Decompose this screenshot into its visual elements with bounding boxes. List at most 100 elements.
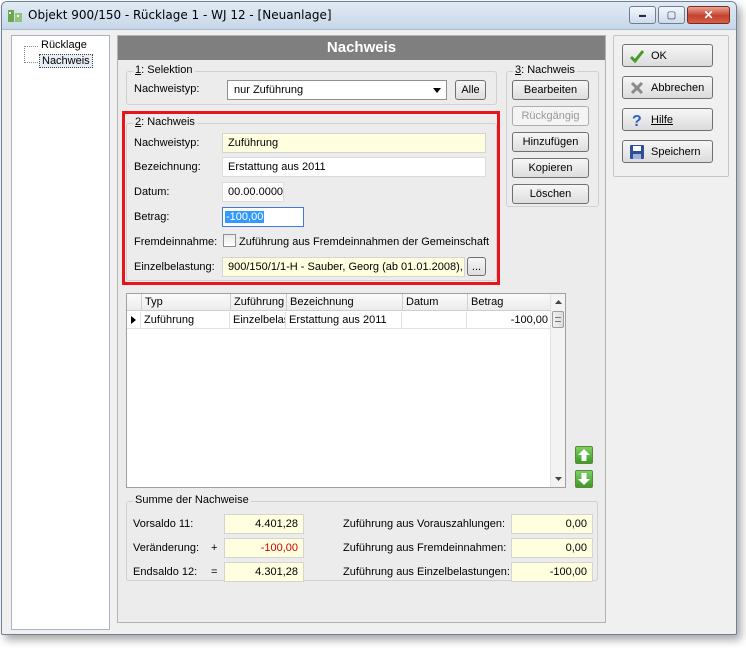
hilfe-button[interactable]: ? Hilfe: [622, 108, 713, 131]
save-disk-icon: [629, 144, 645, 160]
einzelbelastung-browse-button[interactable]: ...: [467, 257, 486, 276]
window-title: Objekt 900/150 - Rücklage 1 - WJ 12 - [N…: [28, 8, 332, 22]
betrag-input[interactable]: -100,00: [222, 207, 304, 227]
veraenderung-value: -100,00: [224, 538, 304, 558]
nachweis-actions-group: 3: Nachweis Bearbeiten Rückgängig Hinzuf…: [506, 64, 599, 207]
minimize-button[interactable]: ▬: [629, 6, 656, 24]
checkmark-icon: [629, 48, 645, 64]
title-bar[interactable]: Objekt 900/150 - Rücklage 1 - WJ 12 - [N…: [2, 2, 736, 30]
endsaldo-label: Endsaldo 12:: [133, 566, 198, 578]
fremdeinnahme-checkbox-label[interactable]: Zuführung aus Fremdeinnahmen der Gemeins…: [239, 236, 489, 248]
rueckgaengig-button[interactable]: Rückgängig: [512, 106, 589, 126]
tree-connector: [24, 46, 38, 47]
vorauszahlungen-value: 0,00: [511, 514, 593, 534]
nachweistyp-label: Nachweistyp:: [134, 137, 200, 149]
bearbeiten-button[interactable]: Bearbeiten: [512, 80, 589, 100]
help-question-icon: ?: [629, 112, 645, 128]
einzelbelastungen-label: Zuführung aus Einzelbelastungen:: [343, 566, 510, 578]
fremdeinnahme-label: Fremdeinnahme:: [134, 236, 218, 248]
ok-label: OK: [651, 49, 667, 62]
row-indicator-header: [127, 294, 141, 311]
veraenderung-label: Veränderung:: [133, 542, 200, 554]
scroll-down-arrow-icon[interactable]: [551, 471, 566, 486]
datum-label: Datum:: [134, 186, 170, 198]
alle-button[interactable]: Alle: [455, 80, 486, 100]
vorsaldo-label: Vorsaldo 11:: [133, 518, 194, 530]
tree-item-nachweis[interactable]: Nachweis: [39, 54, 93, 68]
summe-title: Summe der Nachweise: [133, 494, 251, 506]
main-window: Objekt 900/150 - Rücklage 1 - WJ 12 - [N…: [1, 1, 737, 635]
maximize-icon: ▢: [666, 9, 677, 21]
cell-typ: Zuführung: [141, 312, 230, 329]
fremdeinnahmen-label: Zuführung aus Fremdeinnahmen:: [343, 542, 507, 554]
cancel-x-icon: [629, 80, 645, 96]
fremdeinnahme-checkbox[interactable]: [223, 234, 236, 247]
einzelbelastung-label: Einzelbelastung:: [134, 261, 215, 273]
table-header: Typ Zuführung Bezeichnung Datum Betrag: [127, 294, 552, 311]
column-header-betrag[interactable]: Betrag: [467, 294, 552, 311]
arrow-up-icon: [578, 449, 590, 461]
column-header-bezeichnung[interactable]: Bezeichnung: [286, 294, 402, 311]
move-down-button[interactable]: [575, 470, 593, 488]
nachweistyp-field[interactable]: Zuführung: [222, 133, 486, 153]
svg-text:?: ?: [632, 113, 642, 128]
speichern-button[interactable]: Speichern: [622, 140, 713, 163]
arrow-down-icon: [578, 473, 590, 485]
cell-zufuehrung: Einzelbelas: [230, 312, 286, 329]
einzelbelastungen-value: -100,00: [511, 562, 593, 582]
current-row-indicator: [127, 312, 141, 329]
bezeichnung-label: Bezeichnung:: [134, 161, 201, 173]
nachweis-actions-title: 3: Nachweis: [513, 64, 577, 76]
grip-icon: [555, 317, 561, 322]
abbrechen-label: Abbrechen: [651, 81, 705, 94]
table-scrollbar[interactable]: [550, 294, 565, 487]
vorsaldo-value: 4.401,28: [224, 514, 304, 534]
einzelbelastung-field[interactable]: 900/150/1/1-H - Sauber, Georg (ab 01.01.…: [222, 257, 465, 277]
summe-group: Summe der Nachweise Vorsaldo 11: 4.401,2…: [126, 494, 598, 582]
nachweis-details-group: 2: Nachweis Nachweistyp: Zuführung Bezei…: [126, 116, 497, 281]
nachweis-table: Typ Zuführung Bezeichnung Datum Betrag Z…: [126, 293, 566, 488]
abbrechen-button[interactable]: Abbrechen: [622, 76, 713, 99]
column-header-typ[interactable]: Typ: [141, 294, 230, 311]
client-area: Rücklage Nachweis Nachweis 1: Selektion …: [9, 35, 731, 630]
loeschen-button[interactable]: Löschen: [512, 184, 589, 204]
table-row[interactable]: Zuführung Einzelbelas Erstattung aus 201…: [127, 312, 552, 329]
betrag-label: Betrag:: [134, 211, 170, 223]
tree-item-ruecklage[interactable]: Rücklage: [39, 39, 89, 51]
move-up-button[interactable]: [575, 446, 593, 464]
selektion-group: 1: Selektion Nachweistyp: nur Zuführung …: [126, 64, 497, 105]
tree-connector: [24, 46, 25, 63]
scroll-thumb[interactable]: [552, 311, 564, 328]
close-button[interactable]: ✕: [687, 6, 730, 24]
cell-betrag: -100,00: [467, 312, 552, 329]
kopieren-button[interactable]: Kopieren: [512, 158, 589, 178]
maximize-button[interactable]: ▢: [658, 6, 685, 24]
nachweistyp-filter-dropdown[interactable]: nur Zuführung: [227, 80, 447, 100]
bezeichnung-input[interactable]: Erstattung aus 2011: [222, 157, 486, 177]
nachweistyp-filter-value: nur Zuführung: [234, 84, 304, 96]
betrag-value-selected: -100,00: [225, 211, 265, 223]
cell-bezeichnung: Erstattung aus 2011: [286, 312, 402, 329]
selektion-nachweistyp-label: Nachweistyp:: [134, 83, 200, 95]
row-pointer-icon: [131, 316, 136, 324]
selektion-group-title: 1: Selektion: [133, 64, 195, 76]
veraenderung-sign: +: [211, 542, 218, 554]
hinzufuegen-button[interactable]: Hinzufügen: [512, 132, 589, 152]
nachweis-panel: Nachweis 1: Selektion Nachweistyp: nur Z…: [117, 35, 606, 623]
ok-button[interactable]: OK: [622, 44, 713, 67]
minimize-icon: ▬: [639, 11, 646, 19]
fremdeinnahmen-value: 0,00: [511, 538, 593, 558]
endsaldo-value: 4.301,28: [224, 562, 304, 582]
close-icon: ✕: [703, 8, 714, 22]
vorauszahlungen-label: Zuführung aus Vorauszahlungen:: [343, 518, 506, 530]
selektion-title-text: : Selektion: [141, 64, 193, 76]
column-header-datum[interactable]: Datum: [402, 294, 467, 311]
panel-title: Nachweis: [118, 36, 605, 60]
tree-connector: [24, 62, 38, 63]
scroll-up-arrow-icon[interactable]: [551, 295, 566, 310]
cell-datum: [402, 312, 467, 329]
chevron-down-icon: [433, 88, 441, 93]
actions-title-text: : Nachweis: [521, 64, 575, 76]
column-header-zufuehrung[interactable]: Zuführung: [230, 294, 286, 311]
datum-input[interactable]: 00.00.0000: [222, 182, 284, 202]
